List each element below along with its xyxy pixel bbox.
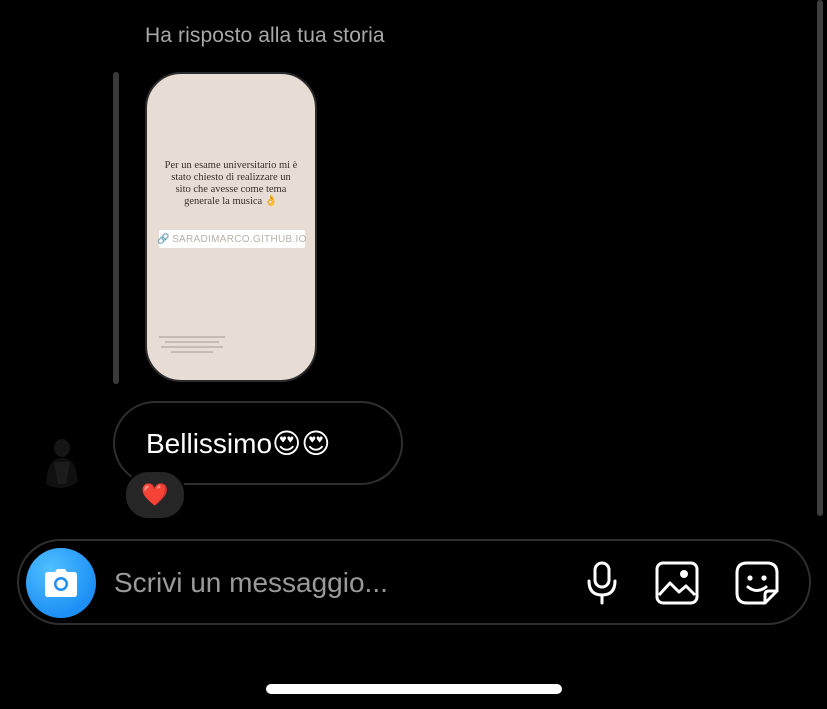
story-footer-fine-print (157, 334, 237, 359)
message-text: Bellissimo😍😍 (146, 427, 331, 459)
camera-button[interactable] (26, 548, 96, 618)
link-icon: 🔗 (157, 233, 171, 245)
gallery-button[interactable] (654, 560, 700, 606)
story-link-sticker[interactable]: 🔗 SARADIMARCO.GITHUB.IO (157, 230, 307, 248)
message-input[interactable] (114, 563, 554, 603)
image-icon (655, 561, 699, 605)
story-preview[interactable]: Per un esame universitario mi è stato ch… (145, 72, 317, 382)
reply-header: Ha risposto alla tua storia (145, 24, 385, 47)
sticker-icon (735, 561, 779, 605)
microphone-icon (587, 561, 617, 605)
reaction-badge[interactable]: ❤️ (124, 470, 186, 520)
avatar[interactable] (32, 432, 88, 488)
sticker-button[interactable] (734, 560, 780, 606)
reply-quote-bar (113, 72, 119, 384)
story-text: Per un esame universitario mi è stato ch… (164, 160, 298, 207)
scrollbar[interactable] (817, 0, 823, 516)
heart-reaction-icon: ❤️ (141, 482, 169, 507)
message-composer (17, 539, 811, 625)
home-indicator[interactable] (266, 684, 562, 694)
story-link-label: SARADIMARCO.GITHUB.IO (172, 233, 307, 245)
camera-icon (45, 569, 77, 597)
microphone-button[interactable] (579, 560, 625, 606)
